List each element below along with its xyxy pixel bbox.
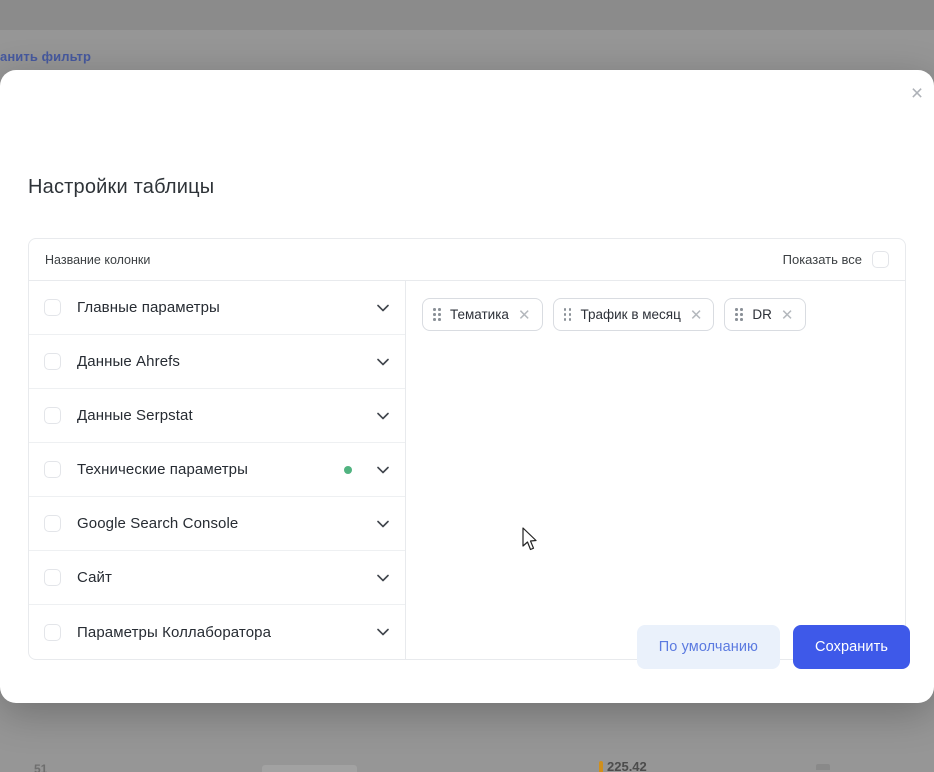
category-label: Google Search Console — [77, 515, 360, 532]
chevron-down-icon[interactable] — [376, 355, 390, 369]
category-label: Главные параметры — [77, 299, 360, 316]
chip-label: Тематика — [450, 307, 509, 322]
dimmed-save-filter-link: анить фильтр — [0, 49, 91, 64]
category-row-site[interactable]: Сайт — [29, 551, 405, 605]
default-button[interactable]: По умолчанию — [637, 625, 780, 669]
category-label: Сайт — [77, 569, 360, 586]
drag-handle-icon[interactable] — [735, 308, 743, 321]
chip-traffic-per-month[interactable]: Трафик в месяц ✕ — [553, 298, 715, 331]
category-checkbox[interactable] — [44, 407, 61, 424]
show-all-checkbox[interactable] — [872, 251, 889, 268]
show-all-label: Показать все — [783, 252, 862, 267]
dimmed-table-row: 51 225.42 — [0, 756, 934, 772]
chevron-down-icon[interactable] — [376, 463, 390, 477]
chip-dr[interactable]: DR ✕ — [724, 298, 805, 331]
chevron-down-icon[interactable] — [376, 571, 390, 585]
active-indicator-dot — [344, 466, 352, 474]
chip-label: Трафик в месяц — [581, 307, 681, 322]
category-label: Данные Ahrefs — [77, 353, 360, 370]
dimmed-table-cell — [262, 765, 357, 772]
show-all-control: Показать все — [783, 251, 889, 268]
category-checkbox[interactable] — [44, 299, 61, 316]
panel-header: Название колонки Показать все — [29, 239, 905, 281]
chevron-down-icon[interactable] — [376, 409, 390, 423]
panel-body: Главные параметры Данные Ahrefs Данные S… — [29, 281, 905, 659]
category-checkbox[interactable] — [44, 353, 61, 370]
selected-columns-area: Тематика ✕ Трафик в месяц ✕ DR ✕ — [406, 281, 905, 659]
dimmed-metric-value: 225.42 — [607, 761, 647, 772]
category-row-google-search-console[interactable]: Google Search Console — [29, 497, 405, 551]
category-checkbox[interactable] — [44, 461, 61, 478]
chevron-down-icon[interactable] — [376, 301, 390, 315]
save-button[interactable]: Сохранить — [793, 625, 910, 669]
category-label: Данные Serpstat — [77, 407, 360, 424]
category-row-main-params[interactable]: Главные параметры — [29, 281, 405, 335]
drag-handle-icon[interactable] — [433, 308, 441, 321]
dimmed-page-header — [0, 0, 934, 30]
modal-footer: По умолчанию Сохранить — [0, 625, 934, 669]
table-settings-modal: Настройки таблицы Название колонки Показ… — [0, 70, 934, 703]
selected-column-chips: Тематика ✕ Трафик в месяц ✕ DR ✕ — [422, 298, 889, 331]
chevron-down-icon[interactable] — [376, 517, 390, 531]
category-checkbox[interactable] — [44, 515, 61, 532]
category-row-technical-params[interactable]: Технические параметры — [29, 443, 405, 497]
remove-chip-icon[interactable]: ✕ — [690, 307, 703, 323]
dimmed-bolt-icon — [599, 761, 603, 772]
dimmed-metric: 225.42 — [599, 761, 647, 772]
close-icon[interactable]: × — [906, 82, 928, 104]
remove-chip-icon[interactable]: ✕ — [781, 307, 794, 323]
column-name-header: Название колонки — [45, 253, 150, 267]
drag-handle-icon[interactable] — [564, 308, 572, 321]
category-label: Технические параметры — [77, 461, 328, 478]
columns-panel: Название колонки Показать все Главные па… — [28, 238, 906, 660]
category-checkbox[interactable] — [44, 569, 61, 586]
category-list: Главные параметры Данные Ahrefs Данные S… — [29, 281, 406, 659]
dimmed-mark — [816, 764, 830, 770]
chip-label: DR — [752, 307, 772, 322]
remove-chip-icon[interactable]: ✕ — [518, 307, 531, 323]
chip-tematika[interactable]: Тематика ✕ — [422, 298, 543, 331]
category-row-ahrefs[interactable]: Данные Ahrefs — [29, 335, 405, 389]
modal-title: Настройки таблицы — [28, 176, 214, 199]
dimmed-row-number: 51 — [34, 762, 47, 772]
category-row-serpstat[interactable]: Данные Serpstat — [29, 389, 405, 443]
